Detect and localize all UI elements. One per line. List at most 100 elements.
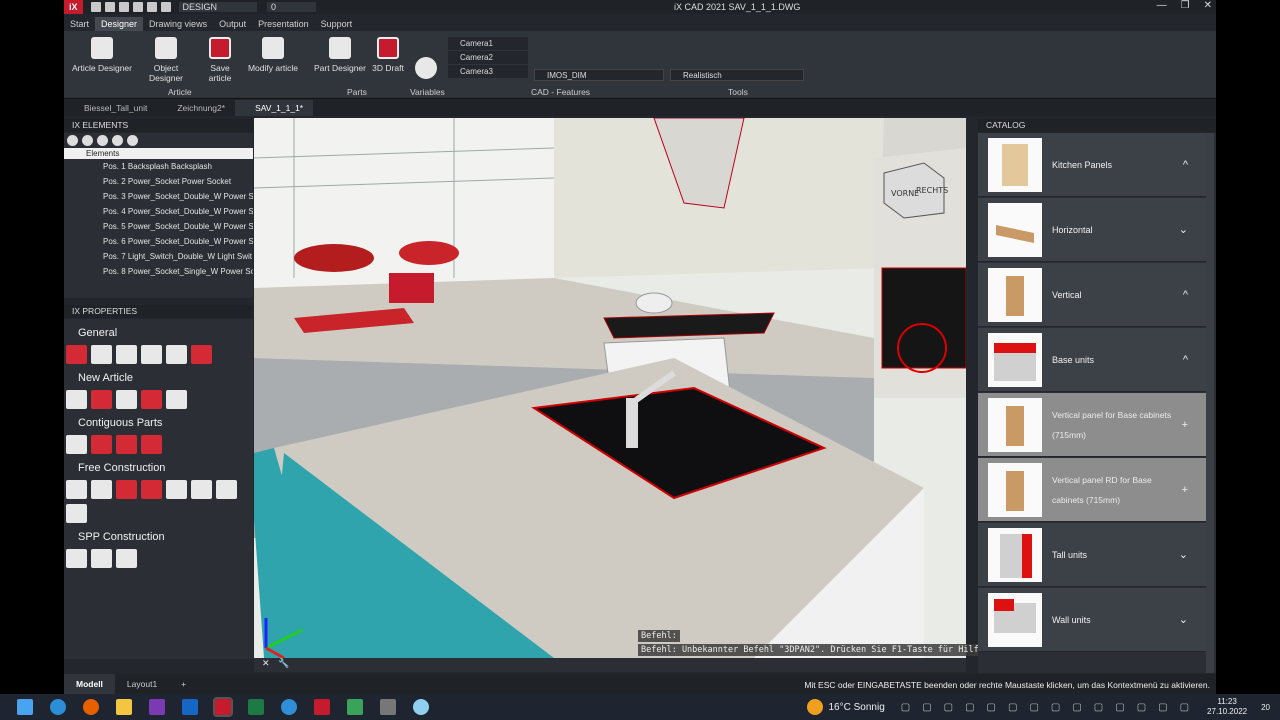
catalog-item-base-units[interactable]: Base units ^ — [978, 328, 1206, 392]
tree-root[interactable]: Elements — [64, 148, 253, 159]
weather-text[interactable]: 16°C Sonnig — [829, 702, 885, 713]
tab-drawing-views[interactable]: Drawing views — [143, 17, 213, 31]
outlook-icon[interactable] — [182, 699, 198, 715]
tree-item[interactable]: Pos. 8 Power_Socket_Single_W Power So — [64, 264, 253, 279]
box-icon[interactable] — [166, 480, 187, 499]
part-icon[interactable] — [91, 345, 112, 364]
cabinet-icon[interactable] — [166, 390, 187, 409]
close-icon[interactable]: ✕ — [1204, 0, 1212, 11]
expand-icon[interactable]: ⌄ — [1179, 548, 1188, 561]
save-icon[interactable] — [118, 2, 129, 12]
new-icon[interactable] — [90, 2, 101, 12]
close-icon[interactable]: ✕ — [262, 658, 270, 668]
box-icon[interactable] — [191, 480, 212, 499]
app-logo[interactable]: iX — [64, 0, 83, 14]
collapse-icon[interactable]: ^ — [1183, 289, 1188, 301]
collapse-icon[interactable]: ^ — [1183, 159, 1188, 171]
camera-item[interactable]: Camera3 — [448, 65, 528, 78]
save-article-button[interactable]: Save article — [198, 37, 242, 83]
expand-icon[interactable]: ⌄ — [1179, 613, 1188, 626]
print-icon[interactable] — [132, 2, 143, 12]
refresh-icon[interactable] — [67, 135, 78, 146]
catalog-item-vertical[interactable]: Vertical ^ — [978, 263, 1206, 327]
undo-icon[interactable] — [146, 2, 157, 12]
box-icon[interactable] — [91, 549, 112, 568]
open-icon[interactable] — [104, 2, 115, 12]
add-layout-button[interactable]: + — [169, 674, 198, 694]
panel-icon[interactable] — [166, 345, 187, 364]
excel-icon[interactable] — [248, 699, 264, 715]
box-icon[interactable] — [141, 435, 162, 454]
start-icon[interactable] — [17, 699, 33, 715]
onenote-icon[interactable] — [149, 699, 165, 715]
notification-badge[interactable]: 20 — [1261, 703, 1270, 712]
tree-item[interactable]: Pos. 7 Light_Switch_Double_W Light Swit — [64, 249, 253, 264]
filter-icon[interactable] — [112, 135, 123, 146]
tab-designer[interactable]: Designer — [95, 17, 144, 31]
teams-icon[interactable] — [281, 699, 297, 715]
clock[interactable]: 11:23 27.10.2022 — [1207, 697, 1247, 717]
box-icon[interactable] — [216, 480, 237, 499]
doc-tab[interactable]: Biessel_Tall_unit — [64, 100, 157, 116]
dim-style-select[interactable]: IMOS_DIM — [534, 69, 664, 81]
restore-icon[interactable]: ❐ — [1181, 0, 1190, 11]
tree-item[interactable]: Pos. 3 Power_Socket_Double_W Power So — [64, 189, 253, 204]
tree-item[interactable]: Pos. 2 Power_Socket Power Socket — [64, 174, 253, 189]
layer-select[interactable]: 0 — [267, 2, 317, 12]
catalog-item-kitchen-panels[interactable]: Kitchen Panels ^ — [978, 133, 1206, 197]
section-free-construction[interactable]: Free Construction — [64, 462, 253, 475]
box-icon[interactable] — [116, 549, 137, 568]
snowflake-icon[interactable] — [413, 699, 429, 715]
3d-draft-button[interactable]: 3D Draft — [370, 37, 406, 73]
collapse-icon[interactable]: ^ — [1183, 354, 1188, 366]
catalog-scrollbar[interactable] — [1206, 133, 1214, 673]
tray-icons[interactable]: ▢▢▢▢▢▢▢▢▢▢▢▢▢▢ — [901, 702, 1201, 713]
3d-viewport[interactable]: VORNE RECHTS — [254, 118, 966, 658]
tree-item[interactable]: Pos. 5 Power_Socket_Double_W Power So — [64, 219, 253, 234]
redo-icon[interactable] — [160, 2, 171, 12]
cabinet-icon[interactable] — [141, 390, 162, 409]
cabinet-icon[interactable] — [116, 390, 137, 409]
grid-icon[interactable] — [116, 345, 137, 364]
tree-item[interactable]: Pos. 1 Backsplash Backsplash — [64, 159, 253, 174]
up-icon[interactable] — [82, 135, 93, 146]
box-icon[interactable] — [91, 480, 112, 499]
camera-item[interactable]: Camera1 — [448, 37, 528, 50]
catalog-item-horizontal[interactable]: Horizontal ⌄ — [978, 198, 1206, 262]
section-new-article[interactable]: New Article — [64, 372, 253, 385]
article-designer-button[interactable]: Article Designer — [72, 37, 132, 73]
help-icon[interactable] — [127, 135, 138, 146]
box-icon[interactable] — [116, 480, 137, 499]
tab-output[interactable]: Output — [213, 17, 252, 31]
tab-model[interactable]: Modell — [64, 674, 115, 694]
catalog-item-tall-units[interactable]: Tall units ⌄ — [978, 523, 1206, 587]
box-icon[interactable] — [91, 435, 112, 454]
tab-presentation[interactable]: Presentation — [252, 17, 315, 31]
network-icon[interactable] — [66, 504, 87, 523]
box-icon[interactable] — [66, 549, 87, 568]
add-icon[interactable]: + — [1182, 419, 1188, 431]
box-icon[interactable] — [116, 435, 137, 454]
part-designer-button[interactable]: Part Designer — [314, 37, 366, 73]
box-icon[interactable] — [66, 435, 87, 454]
camera-item[interactable]: Camera2 — [448, 51, 528, 64]
variables-button[interactable] — [410, 57, 442, 83]
visual-style-select[interactable]: Realistisch — [670, 69, 804, 81]
catalog-subitem[interactable]: Vertical panel RD for Base cabinets (715… — [978, 458, 1206, 522]
save-icon[interactable] — [191, 345, 212, 364]
catalog-subitem[interactable]: Vertical panel for Base cabinets (715mm)… — [978, 393, 1206, 457]
box-icon[interactable] — [66, 480, 87, 499]
tab-layout1[interactable]: Layout1 — [115, 674, 169, 694]
doc-tab[interactable]: Zeichnung2* — [157, 100, 235, 116]
firefox-icon[interactable] — [83, 699, 99, 715]
autocad-icon[interactable] — [213, 697, 233, 717]
command-line[interactable]: ✕ 🔧 — [254, 658, 966, 672]
cabinet-icon[interactable] — [66, 390, 87, 409]
modify-article-button[interactable]: Modify article — [246, 37, 300, 73]
doc-tab-active[interactable]: SAV_1_1_1* — [235, 100, 314, 116]
object-designer-button[interactable]: Object Designer — [136, 37, 196, 83]
box-icon[interactable] — [141, 480, 162, 499]
add-icon[interactable]: + — [1182, 484, 1188, 496]
explorer-icon[interactable] — [116, 699, 132, 715]
minimize-icon[interactable]: — — [1157, 0, 1167, 11]
